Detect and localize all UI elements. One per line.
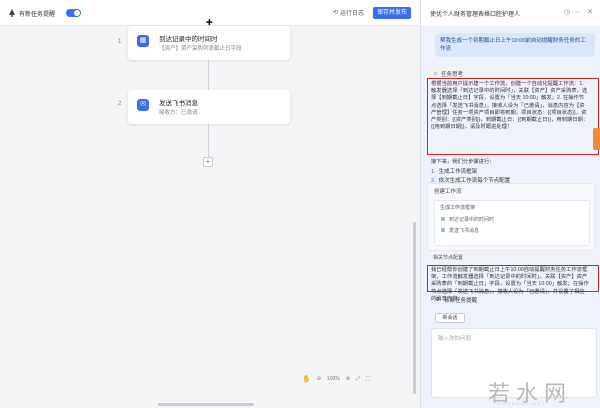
workflow-enable-toggle[interactable]: [66, 9, 81, 17]
zoom-toolbar: ✋ ⊖ 100% ⊕ ⤢ ⛶: [302, 375, 369, 383]
watermark-subtitle: RUOSHUI.NET: [497, 401, 547, 406]
hand-icon[interactable]: ✋: [302, 375, 311, 383]
panel-title: 使优个人财务管理表格口腔护理人: [430, 12, 521, 18]
chat-input-placeholder: 输入你的问题: [438, 336, 472, 342]
framework-header: 生成工作流框架: [440, 205, 476, 211]
node-title: 发送飞书消息: [159, 100, 198, 107]
run-log-label: 运行日志: [340, 11, 365, 17]
zoom-level: 100%: [326, 376, 340, 382]
card-header-label: 创建工作流: [434, 189, 462, 195]
workflow-icon: ⚙: [435, 297, 440, 303]
node-subtitle: 接收方：已邀请: [159, 110, 198, 116]
node-title: 到达记录中的时间时: [159, 36, 218, 43]
more-icon[interactable]: ⋯: [575, 8, 582, 16]
workflow-framework-box: 生成工作流框架 到达记录中的时间时 发送飞书消息: [434, 200, 590, 246]
next-steps-intro: 接下来，我们分步骤进行：: [431, 159, 495, 165]
zoom-out-icon[interactable]: ⊖: [317, 376, 321, 382]
user-message: 帮我生成一个到期截止日上午10:00前自动提醒财务任务的工作流: [435, 33, 595, 57]
node-subtitle: 【资产】资产采购列表截止日字段: [159, 46, 242, 52]
zoom-in-icon[interactable]: ⊕: [346, 376, 350, 382]
fit-screen-icon[interactable]: ⤢: [356, 376, 360, 382]
clock-icon: ⟲: [333, 10, 339, 16]
close-icon[interactable]: ✕: [587, 8, 593, 16]
panel-header: 使优个人财务管理表格口腔护理人 ◷ ⋯ ✕: [421, 0, 600, 26]
assistant-plan-text: 根据当前用户提示建一个工作流，创建一个自动化提醒工作流：1. 触发器选择「到达记…: [431, 81, 589, 131]
lightbulb-icon: ☼: [433, 71, 439, 77]
app-logo-icon: [9, 9, 15, 17]
vertical-scrollbar[interactable]: [413, 222, 416, 394]
list-item[interactable]: 到达记录中的时间时: [435, 214, 589, 225]
horizontal-scrollbar[interactable]: [158, 403, 254, 406]
run-log-button[interactable]: ⟲ 运行日志: [333, 8, 364, 17]
history-icon[interactable]: ◷: [564, 8, 570, 16]
workflow-title: 有新任务提醒: [19, 12, 56, 18]
workflow-reference-label: 有新任务提醒: [443, 298, 477, 304]
new-chat-button[interactable]: 新会话: [435, 313, 465, 323]
add-node-button[interactable]: +: [203, 157, 213, 167]
card-header-label: 任务思考: [441, 72, 464, 78]
connector-line: [208, 124, 209, 157]
calendar-icon: ▦: [137, 35, 149, 47]
side-feedback-tab[interactable]: [593, 128, 600, 150]
create-workflow-card: 创建工作流 生成工作流框架 到达记录中的时间时 发送飞书消息: [427, 183, 595, 251]
workflow-canvas[interactable]: ✚ 1 ▦ 到达记录中的时间时 【资产】资产采购列表截止日字段 2 ✉ 发送飞书…: [0, 18, 420, 408]
step-number: 2: [118, 101, 122, 107]
action-node[interactable]: ✉ 发送飞书消息 接收方：已邀请: [128, 90, 290, 124]
fullscreen-icon[interactable]: ⛶: [366, 376, 370, 382]
node-config-header[interactable]: 相关节点配置: [427, 252, 595, 262]
trigger-node[interactable]: ▦ 到达记录中的时间时 【资产】资产采购列表截止日字段: [128, 26, 290, 60]
ai-assistant-panel: 使优个人财务管理表格口腔护理人 ◷ ⋯ ✕ 帮我生成一个到期截止日上午10:00…: [420, 0, 600, 408]
save-publish-button[interactable]: 保存并发布: [373, 7, 411, 19]
step-number: 1: [118, 39, 122, 45]
message-icon: ✉: [137, 99, 149, 111]
list-item[interactable]: 发送飞书消息: [435, 225, 589, 236]
workflow-reference[interactable]: ⚙ 有新任务提醒: [435, 296, 477, 304]
